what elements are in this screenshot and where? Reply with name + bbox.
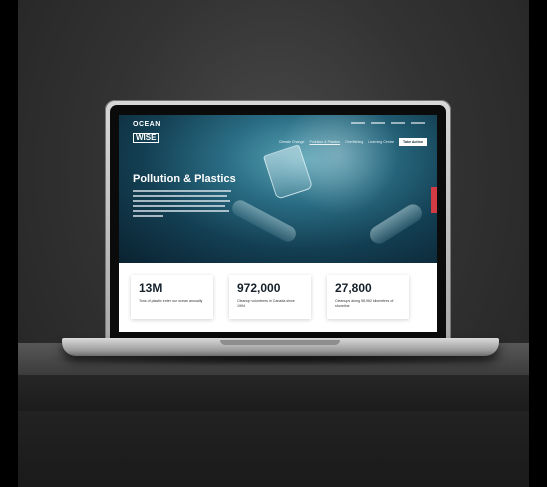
utility-link[interactable] [371,122,385,124]
stat-card: 972,000 Cleanup volunteers in Canada sin… [229,275,311,319]
stat-description: Cleanups along 58,962 kilometres of shor… [335,299,394,308]
floor [18,411,529,487]
hero-body-text [133,190,231,217]
main-nav: Climate Change Pollution & Plastics Over… [279,138,427,146]
stat-value: 13M [139,281,163,295]
nav-item-pollution-plastics[interactable]: Pollution & Plastics [310,140,341,144]
stat-value: 27,800 [335,281,372,295]
utility-link[interactable] [411,122,425,124]
product-mockup-scene: OCEAN WISE Climate Change Pollution & Pl… [0,0,547,487]
laptop-bezel: OCEAN WISE Climate Change Pollution & Pl… [110,105,446,338]
stat-card: 27,800 Cleanups along 58,962 kilometres … [327,275,409,319]
nav-item-learning-centre[interactable]: Learning Centre [368,140,394,144]
feedback-tab[interactable] [431,187,437,213]
stat-value: 972,000 [237,281,281,295]
shelf-front [18,375,529,411]
utility-link[interactable] [391,122,405,124]
laptop-screen: OCEAN WISE Climate Change Pollution & Pl… [119,115,437,332]
laptop-base-notch [220,340,340,345]
page-title: Pollution & Plastics [133,173,236,185]
logo-line-1: OCEAN [133,121,161,128]
site-logo[interactable]: OCEAN WISE [133,121,161,144]
stat-card: 13M Tons of plastic enter our ocean annu… [131,275,213,319]
laptop-lid: OCEAN WISE Climate Change Pollution & Pl… [105,100,451,340]
laptop-base [62,338,499,356]
stats-section: 13M Tons of plastic enter our ocean annu… [119,263,437,332]
hero-section: OCEAN WISE Climate Change Pollution & Pl… [119,115,437,263]
logo-line-2: WISE [133,133,160,143]
utility-nav [351,120,425,124]
nav-item-climate-change[interactable]: Climate Change [279,140,305,144]
nav-item-overfishing[interactable]: Overfishing [345,140,363,144]
take-action-button[interactable]: Take Action [399,138,427,146]
utility-link[interactable] [351,122,365,124]
stat-description: Cleanup volunteers in Canada since 1994 [237,299,295,308]
stat-description: Tons of plastic enter our ocean annually [139,299,203,303]
